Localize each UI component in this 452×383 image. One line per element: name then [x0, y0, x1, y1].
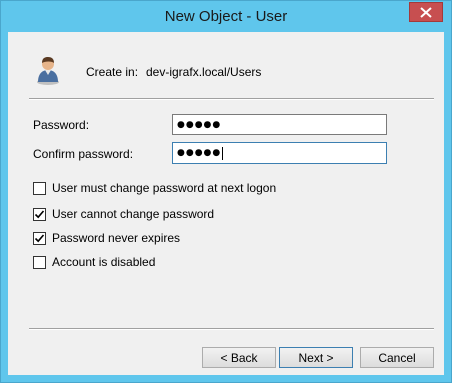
checkmark-icon: [34, 209, 45, 218]
confirm-password-value: ●●●●●: [177, 148, 222, 158]
password-value: ●●●●●: [177, 119, 222, 130]
next-button[interactable]: Next >: [279, 347, 353, 368]
dialog-window: New Object - User Create in: dev-igrafx.…: [0, 0, 452, 383]
option-label: User must change password at next logon: [52, 181, 277, 195]
separator-bottom: [29, 328, 434, 330]
option-label: Account is disabled: [52, 255, 156, 269]
title-bar[interactable]: New Object - User: [1, 1, 451, 32]
checkbox[interactable]: [33, 181, 46, 195]
option-password-never-expires[interactable]: Password never expires: [33, 231, 180, 245]
checkmark-icon: [34, 233, 45, 242]
dialog-client-area: Create in: dev-igrafx.local/Users Passwo…: [8, 32, 444, 375]
close-button[interactable]: [409, 2, 443, 22]
create-in-label: Create in:: [86, 65, 139, 79]
option-cannot-change-password[interactable]: User cannot change password: [33, 207, 214, 221]
option-must-change-password[interactable]: User must change password at next logon: [33, 181, 276, 195]
close-icon: [420, 6, 432, 18]
confirm-password-input[interactable]: ●●●●●: [172, 142, 387, 164]
checkbox[interactable]: [33, 207, 46, 221]
window-title: New Object - User: [164, 8, 288, 25]
option-label: User cannot change password: [52, 207, 215, 221]
user-icon: [37, 57, 59, 85]
cancel-button[interactable]: Cancel: [360, 347, 434, 368]
password-label: Password:: [33, 118, 90, 132]
option-account-disabled[interactable]: Account is disabled: [33, 255, 155, 269]
create-in-path: dev-igrafx.local/Users: [146, 65, 262, 79]
separator-top: [29, 98, 434, 100]
password-input[interactable]: ●●●●●: [172, 114, 387, 135]
checkbox[interactable]: [33, 255, 46, 269]
option-label: Password never expires: [52, 231, 181, 245]
text-caret: [222, 146, 224, 160]
confirm-password-label: Confirm password:: [33, 147, 134, 161]
checkbox[interactable]: [33, 231, 46, 245]
back-button[interactable]: < Back: [202, 347, 276, 368]
